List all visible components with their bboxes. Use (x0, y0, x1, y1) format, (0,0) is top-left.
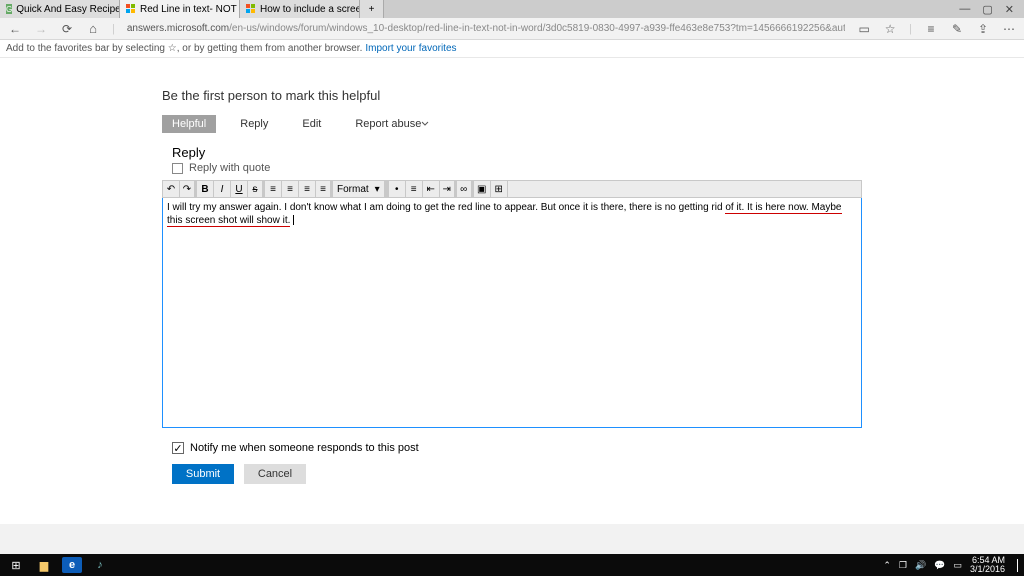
answer-action-row: Helpful Reply Edit Report abuse (162, 115, 862, 133)
favicon: G (6, 4, 12, 14)
browser-tab-1[interactable]: Red Line in text- NOT in ✕ (120, 0, 240, 18)
format-dropdown[interactable]: Format▾ (333, 181, 385, 197)
align-left-button[interactable]: ≡ (265, 181, 282, 197)
home-button[interactable]: ⌂ (86, 22, 100, 36)
groove-icon[interactable]: ♪ (90, 557, 110, 573)
clock-date: 3/1/2016 (970, 565, 1005, 574)
webnote-icon[interactable]: ✎ (950, 22, 964, 36)
favorites-info-bar: Add to the favorites bar by selecting ☆,… (0, 40, 1024, 58)
cancel-button[interactable]: Cancel (244, 464, 306, 484)
bold-button[interactable]: B (197, 181, 214, 197)
strike-button[interactable]: s (248, 181, 265, 197)
undo-button[interactable]: ↶ (163, 181, 180, 197)
outdent-button[interactable]: ⇤ (423, 181, 440, 197)
helpful-prompt: Be the first person to mark this helpful (162, 88, 862, 103)
submit-button[interactable]: Submit (172, 464, 234, 484)
browser-tab-2[interactable]: How to include a screensho (240, 0, 360, 18)
minimize-button[interactable]: — (959, 3, 970, 15)
more-icon[interactable]: ⋯ (1002, 22, 1016, 36)
reply-tab[interactable]: Reply (230, 115, 278, 133)
notify-label: Notify me when someone responds to this … (190, 442, 419, 454)
reply-quote-checkbox[interactable] (172, 163, 183, 174)
footer-band (0, 524, 1024, 554)
image-button[interactable]: ▣ (474, 181, 491, 197)
favicon (126, 4, 136, 14)
show-desktop-button[interactable] (1017, 559, 1018, 572)
maximize-button[interactable]: ▢ (982, 3, 992, 16)
reply-editor: Reply Reply with quote ↶ ↷ B I U s ≡ ≡ ≡… (162, 139, 862, 428)
back-button[interactable]: ← (8, 22, 22, 36)
number-list-button[interactable]: ≡ (406, 181, 423, 197)
file-explorer-icon[interactable]: ▆ (34, 557, 54, 573)
battery-icon[interactable]: ▭ (953, 560, 962, 571)
window-controls: — ▢ ✕ (949, 0, 1024, 18)
tab-title: Red Line in text- NOT in (140, 4, 240, 15)
forward-button[interactable]: → (34, 22, 48, 36)
notify-row[interactable]: ✓ Notify me when someone responds to thi… (162, 428, 862, 464)
italic-button[interactable]: I (214, 181, 231, 197)
address-bar: ← → ⟳ ⌂ | answers.microsoft.com/en-us/wi… (0, 18, 1024, 40)
network-icon[interactable]: ❐ (899, 560, 907, 571)
edge-icon[interactable]: e (62, 557, 82, 573)
underline-button[interactable]: U (231, 181, 248, 197)
link-button[interactable]: ∞ (457, 181, 474, 197)
text-cursor (293, 215, 294, 225)
report-abuse-tab[interactable]: Report abuse (345, 115, 439, 133)
html-button[interactable]: ⊞ (491, 181, 508, 197)
hub-icon[interactable]: ≡ (924, 22, 938, 36)
reading-view-icon[interactable]: ▭ (857, 22, 871, 36)
helpful-button[interactable]: Helpful (162, 115, 216, 133)
bullet-list-button[interactable]: • (389, 181, 406, 197)
url-field[interactable]: answers.microsoft.com/en-us/windows/foru… (127, 23, 845, 34)
editor-toolbar: ↶ ↷ B I U s ≡ ≡ ≡ ≡ Format▾ • ≡ ⇤ ⇥ ∞ ▣ … (162, 180, 862, 198)
reply-with-quote-row[interactable]: Reply with quote (162, 162, 862, 180)
favorite-star-icon[interactable]: ☆ (883, 22, 897, 36)
start-button[interactable]: ⊞ (6, 557, 26, 573)
toolbar-right: ▭ ☆ | ≡ ✎ ⇪ ⋯ (857, 22, 1016, 36)
share-icon[interactable]: ⇪ (976, 22, 990, 36)
favorites-info-text: Add to the favorites bar by selecting ☆,… (6, 43, 362, 54)
favicon (246, 4, 256, 14)
browser-tab-0[interactable]: G Quick And Easy Recipes Grc (0, 0, 120, 18)
browser-tab-strip: G Quick And Easy Recipes Grc Red Line in… (0, 0, 1024, 18)
reply-heading: Reply (162, 139, 862, 162)
close-window-button[interactable]: ✕ (1005, 3, 1014, 16)
volume-icon[interactable]: 🔊 (915, 560, 926, 571)
reply-text-plain: I will try my answer again. I don't know… (167, 202, 725, 213)
align-justify-button[interactable]: ≡ (316, 181, 333, 197)
align-right-button[interactable]: ≡ (299, 181, 316, 197)
tab-title: How to include a screensho (260, 4, 360, 15)
align-center-button[interactable]: ≡ (282, 181, 299, 197)
system-clock[interactable]: 6:54 AM 3/1/2016 (970, 556, 1005, 574)
reply-quote-label: Reply with quote (189, 162, 270, 174)
import-favorites-link[interactable]: Import your favorites (365, 43, 456, 54)
tab-title: Quick And Easy Recipes Grc (16, 4, 120, 15)
windows-taskbar: ⊞ ▆ e ♪ ⌃ ❐ 🔊 💬 ▭ 6:54 AM 3/1/2016 (0, 554, 1024, 576)
tray-chevron-icon[interactable]: ⌃ (883, 560, 891, 571)
indent-button[interactable]: ⇥ (440, 181, 457, 197)
notify-checkbox[interactable]: ✓ (172, 442, 184, 454)
page-content: Be the first person to mark this helpful… (0, 58, 1024, 576)
edit-tab[interactable]: Edit (292, 115, 331, 133)
action-center-icon[interactable]: 💬 (934, 560, 945, 571)
refresh-button[interactable]: ⟳ (60, 22, 74, 36)
redo-button[interactable]: ↷ (180, 181, 197, 197)
reply-textarea[interactable]: I will try my answer again. I don't know… (162, 198, 862, 428)
action-buttons: Submit Cancel (162, 464, 862, 504)
new-tab-button[interactable]: + (360, 0, 384, 18)
